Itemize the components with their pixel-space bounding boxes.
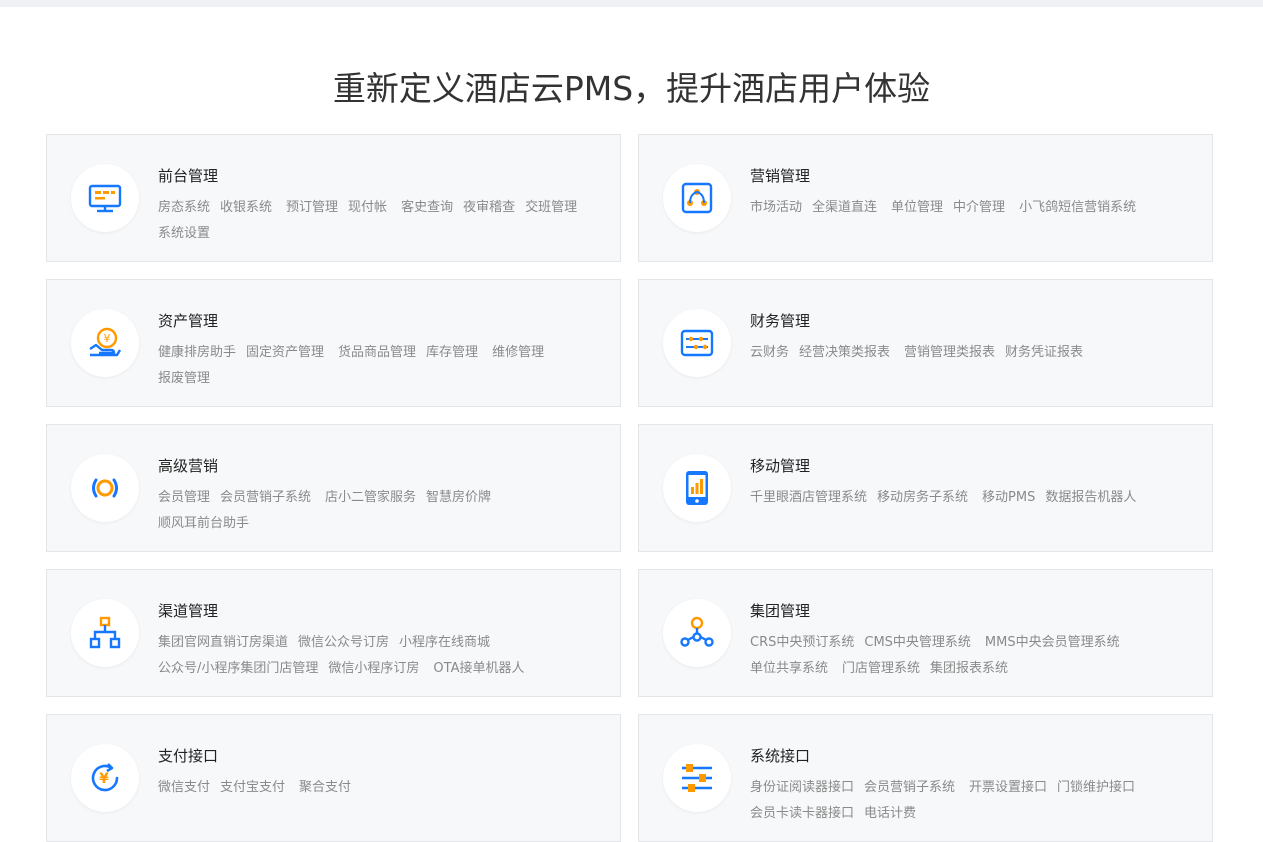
card-item-link[interactable]: 会员管理	[158, 485, 210, 511]
card-title: 资产管理	[158, 312, 219, 330]
card-payment[interactable]: ¥ 支付接口 微信支付 支付宝支付 聚合支付	[46, 714, 621, 842]
svg-text:¥: ¥	[99, 771, 109, 787]
card-title: 集团管理	[750, 602, 811, 620]
card-title: 渠道管理	[158, 602, 219, 620]
monitor-icon	[71, 164, 139, 232]
card-item-link[interactable]: 报废管理	[158, 366, 210, 392]
card-mobile[interactable]: 移动管理 千里眼酒店管理系统 移动房务子系统 移动PMS 数据报告机器人	[638, 424, 1213, 552]
sliders-icon	[663, 744, 731, 812]
card-item-link[interactable]: 收银系统	[220, 195, 272, 221]
card-item-link[interactable]: 门锁维护接口	[1057, 775, 1135, 801]
card-item-link[interactable]: 店小二管家服务	[325, 485, 416, 511]
card-item-link[interactable]: 财务凭证报表	[1005, 340, 1083, 366]
card-item-link[interactable]: 聚合支付	[299, 775, 351, 801]
card-item-link[interactable]: 库存管理	[426, 340, 478, 366]
card-item-link[interactable]: 单位共享系统	[750, 656, 828, 682]
card-item-link[interactable]: 数据报告机器人	[1045, 485, 1136, 511]
card-title: 移动管理	[750, 457, 811, 475]
card-item-link[interactable]: 单位管理	[891, 195, 943, 221]
card-assets[interactable]: ¥ 资产管理 健康排房助手 固定资产管理 货品商品管理 库存管理 维修管理 报废…	[46, 279, 621, 407]
card-item-link[interactable]: 电话计费	[864, 801, 916, 827]
card-item-link[interactable]: 系统设置	[158, 221, 210, 247]
card-item-link[interactable]: 货品商品管理	[338, 340, 416, 366]
card-items: 健康排房助手 固定资产管理 货品商品管理 库存管理 维修管理 报废管理	[158, 340, 598, 392]
card-title: 营销管理	[750, 167, 811, 185]
signal-broadcast-icon	[71, 454, 139, 522]
card-items: 身份证阅读器接口 会员营销子系统 开票设置接口 门锁维护接口 会员卡读卡器接口 …	[750, 775, 1190, 827]
top-bar	[0, 0, 1263, 7]
card-item-link[interactable]: 顺风耳前台助手	[158, 511, 249, 537]
card-items: 云财务 经营决策类报表 营销管理类报表 财务凭证报表	[750, 340, 1190, 366]
card-item-link[interactable]: 支付宝支付	[220, 775, 285, 801]
card-item-link[interactable]: 维修管理	[492, 340, 544, 366]
card-title: 支付接口	[158, 747, 219, 765]
finance-panel-icon	[663, 309, 731, 377]
card-item-link[interactable]: OTA接单机器人	[433, 656, 524, 682]
card-item-link[interactable]: 客史查询	[401, 195, 453, 221]
card-item-link[interactable]: 微信公众号订房	[298, 630, 389, 656]
card-item-link[interactable]: 移动房务子系统	[877, 485, 968, 511]
card-system-interfaces[interactable]: 系统接口 身份证阅读器接口 会员营销子系统 开票设置接口 门锁维护接口 会员卡读…	[638, 714, 1213, 842]
card-item-link[interactable]: 固定资产管理	[246, 340, 324, 366]
card-finance[interactable]: 财务管理 云财务 经营决策类报表 营销管理类报表 财务凭证报表	[638, 279, 1213, 407]
card-item-link[interactable]: 小飞鸽短信营销系统	[1019, 195, 1136, 221]
card-item-link[interactable]: 开票设置接口	[969, 775, 1047, 801]
card-front-desk[interactable]: 前台管理 房态系统 收银系统 预订管理 现付帐 客史查询 夜审稽查 交班管理 系…	[46, 134, 621, 262]
card-items: 微信支付 支付宝支付 聚合支付	[158, 775, 598, 801]
card-item-link[interactable]: 会员营销子系统	[864, 775, 955, 801]
card-item-link[interactable]: 微信支付	[158, 775, 210, 801]
card-title: 财务管理	[750, 312, 811, 330]
card-item-link[interactable]: 小程序在线商城	[399, 630, 490, 656]
card-item-link[interactable]: 身份证阅读器接口	[750, 775, 854, 801]
card-item-link[interactable]: 云财务	[750, 340, 789, 366]
card-items: CRS中央预订系统 CMS中央管理系统 MMS中央会员管理系统 单位共享系统 门…	[750, 630, 1190, 682]
card-item-link[interactable]: 预订管理	[286, 195, 338, 221]
card-title: 前台管理	[158, 167, 219, 185]
org-tree-icon	[71, 599, 139, 667]
card-item-link[interactable]: CRS中央预订系统	[750, 630, 854, 656]
card-items: 市场活动 全渠道直连 单位管理 中介管理 小飞鸽短信营销系统	[750, 195, 1190, 221]
card-item-link[interactable]: 千里眼酒店管理系统	[750, 485, 867, 511]
card-item-link[interactable]: 公众号/小程序集团门店管理	[158, 656, 318, 682]
card-item-link[interactable]: 交班管理	[525, 195, 577, 221]
card-items: 会员管理 会员营销子系统 店小二管家服务 智慧房价牌 顺风耳前台助手	[158, 485, 598, 537]
card-marketing[interactable]: 营销管理 市场活动 全渠道直连 单位管理 中介管理 小飞鸽短信营销系统	[638, 134, 1213, 262]
card-item-link[interactable]: 会员营销子系统	[220, 485, 311, 511]
svg-text:¥: ¥	[104, 332, 111, 345]
card-channels[interactable]: 渠道管理 集团官网直销订房渠道 微信公众号订房 小程序在线商城 公众号/小程序集…	[46, 569, 621, 697]
card-item-link[interactable]: 门店管理系统	[842, 656, 920, 682]
card-group[interactable]: 集团管理 CRS中央预订系统 CMS中央管理系统 MMS中央会员管理系统 单位共…	[638, 569, 1213, 697]
card-item-link[interactable]: 微信小程序订房	[328, 656, 419, 682]
card-item-link[interactable]: 集团官网直销订房渠道	[158, 630, 288, 656]
card-item-link[interactable]: 经营决策类报表	[799, 340, 890, 366]
card-item-link[interactable]: 房态系统	[158, 195, 210, 221]
card-item-link[interactable]: 健康排房助手	[158, 340, 236, 366]
card-item-link[interactable]: 移动PMS	[982, 485, 1035, 511]
card-advanced-marketing[interactable]: 高级营销 会员管理 会员营销子系统 店小二管家服务 智慧房价牌 顺风耳前台助手	[46, 424, 621, 552]
page-title: 重新定义酒店云PMS，提升酒店用户体验	[332, 69, 931, 108]
card-item-link[interactable]: 全渠道直连	[812, 195, 877, 221]
card-item-link[interactable]: 会员卡读卡器接口	[750, 801, 854, 827]
card-item-link[interactable]: 营销管理类报表	[904, 340, 995, 366]
card-items: 千里眼酒店管理系统 移动房务子系统 移动PMS 数据报告机器人	[750, 485, 1190, 511]
card-item-link[interactable]: 智慧房价牌	[426, 485, 491, 511]
card-title: 系统接口	[750, 747, 811, 765]
yen-refresh-icon: ¥	[71, 744, 139, 812]
share-nodes-icon	[663, 164, 731, 232]
card-items: 集团官网直销订房渠道 微信公众号订房 小程序在线商城 公众号/小程序集团门店管理…	[158, 630, 598, 682]
card-title: 高级营销	[158, 457, 219, 475]
card-item-link[interactable]: 夜审稽查	[463, 195, 515, 221]
card-item-link[interactable]: 现付帐	[348, 195, 387, 221]
mobile-chart-icon	[663, 454, 731, 522]
card-item-link[interactable]: 市场活动	[750, 195, 802, 221]
network-nodes-icon	[663, 599, 731, 667]
card-item-link[interactable]: 集团报表系统	[930, 656, 1008, 682]
card-items: 房态系统 收银系统 预订管理 现付帐 客史查询 夜审稽查 交班管理 系统设置	[158, 195, 598, 247]
card-item-link[interactable]: CMS中央管理系统	[864, 630, 971, 656]
card-item-link[interactable]: 中介管理	[953, 195, 1005, 221]
card-item-link[interactable]: MMS中央会员管理系统	[985, 630, 1120, 656]
hand-coin-icon: ¥	[71, 309, 139, 377]
